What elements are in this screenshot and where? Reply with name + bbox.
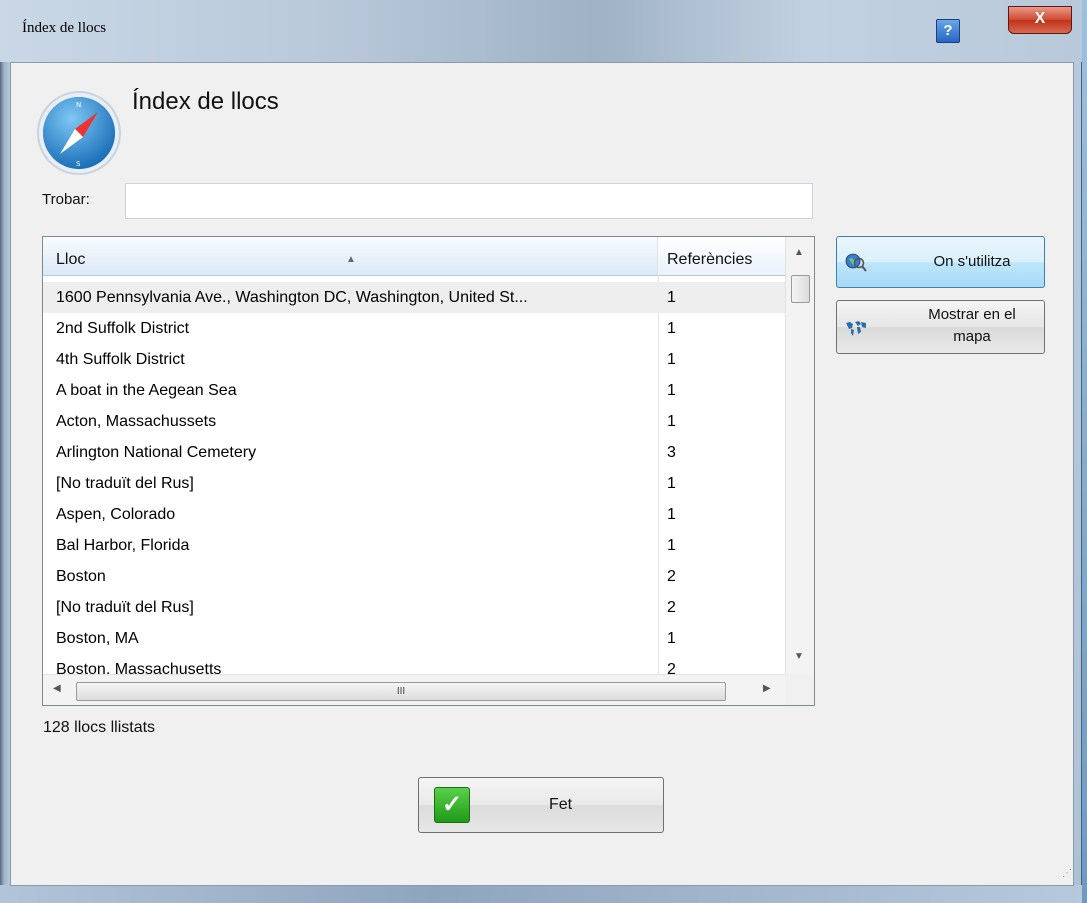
- column-header-references[interactable]: Referències: [658, 237, 785, 275]
- table-row[interactable]: A boat in the Aegean Sea 1: [43, 375, 785, 406]
- column-header-place-label: Lloc: [56, 251, 86, 268]
- references-cell: 1: [667, 537, 676, 554]
- table-row[interactable]: [No traduït del Rus] 1: [43, 468, 785, 499]
- window-title: Índex de llocs: [22, 20, 107, 36]
- table-row[interactable]: Boston, MA 1: [43, 623, 785, 654]
- places-list[interactable]: ▲ Lloc Referències 1600 Pennsylvania Ave…: [42, 236, 815, 706]
- world-map-icon: [846, 321, 866, 336]
- references-cell: 1: [667, 475, 676, 492]
- table-row[interactable]: Aspen, Colorado 1: [43, 499, 785, 530]
- scroll-corner: [785, 674, 814, 705]
- place-cell: Boston, MA: [56, 630, 139, 647]
- scroll-left-icon[interactable]: ◀: [53, 683, 61, 694]
- references-cell: 2: [667, 599, 676, 616]
- done-label: Fet: [549, 796, 573, 813]
- title-bar[interactable]: Índex de llocs ? X: [0, 0, 1082, 62]
- horizontal-scrollbar[interactable]: ◀ III ▶: [43, 674, 785, 705]
- place-cell: 1600 Pennsylvania Ave., Washington DC, W…: [56, 289, 528, 306]
- references-cell: 1: [667, 382, 676, 399]
- references-cell: 3: [667, 444, 676, 461]
- globe-search-icon: [845, 253, 867, 272]
- vertical-scroll-thumb[interactable]: [791, 275, 810, 303]
- table-row[interactable]: Bal Harbor, Florida 1: [43, 530, 785, 561]
- references-cell: 1: [667, 289, 676, 306]
- svg-text:S: S: [76, 160, 81, 168]
- place-cell: Acton, Massachussets: [56, 413, 217, 430]
- show-on-map-label-line2: mapa: [953, 328, 991, 345]
- status-count: 128 llocs llistats: [43, 719, 156, 736]
- window-frame-left: [0, 62, 10, 903]
- window-frame-bottom: [0, 885, 1082, 903]
- show-on-map-label-line1: Mostrar en el: [928, 306, 1016, 323]
- scroll-up-icon[interactable]: ▲: [794, 247, 804, 258]
- list-header: ▲ Lloc Referències: [43, 237, 785, 276]
- place-cell: 4th Suffolk District: [56, 351, 185, 368]
- table-row[interactable]: 1600 Pennsylvania Ave., Washington DC, W…: [43, 282, 785, 313]
- table-row[interactable]: [No traduït del Rus] 2: [43, 592, 785, 623]
- close-button[interactable]: X: [1008, 6, 1072, 34]
- horizontal-scroll-thumb[interactable]: III: [76, 682, 726, 701]
- page-title: Índex de llocs: [132, 88, 279, 115]
- place-cell: Aspen, Colorado: [56, 506, 176, 523]
- show-on-map-label: Mostrar en el mapa: [907, 304, 1037, 348]
- references-cell: 1: [667, 351, 676, 368]
- where-used-button[interactable]: On s'utilitza: [836, 236, 1045, 288]
- place-cell: 2nd Suffolk District: [56, 320, 190, 337]
- table-row[interactable]: Arlington National Cemetery 3: [43, 437, 785, 468]
- find-label: Trobar:: [42, 191, 90, 208]
- references-cell: 1: [667, 320, 676, 337]
- resize-grip-icon[interactable]: ⋰: [1062, 868, 1072, 879]
- checkmark-icon: ✓: [434, 787, 470, 823]
- sort-ascending-icon: ▲: [346, 254, 356, 265]
- compass-icon: N S: [37, 91, 121, 175]
- show-on-map-button[interactable]: Mostrar en el mapa: [836, 300, 1045, 354]
- table-row[interactable]: 4th Suffolk District 1: [43, 344, 785, 375]
- place-cell: [No traduït del Rus]: [56, 599, 194, 616]
- vertical-scrollbar[interactable]: ▲ ▼: [785, 237, 814, 674]
- svg-text:N: N: [76, 101, 81, 109]
- references-cell: 1: [667, 630, 676, 647]
- scroll-right-icon[interactable]: ▶: [763, 683, 771, 694]
- help-button[interactable]: ?: [936, 19, 960, 43]
- place-cell: [No traduït del Rus]: [56, 475, 194, 492]
- place-cell: Arlington National Cemetery: [56, 444, 257, 461]
- place-cell: Boston: [56, 568, 106, 585]
- references-cell: 1: [667, 413, 676, 430]
- references-cell: 1: [667, 506, 676, 523]
- table-row[interactable]: Acton, Massachussets 1: [43, 406, 785, 437]
- where-used-label: On s'utilitza: [933, 253, 1011, 270]
- place-cell: A boat in the Aegean Sea: [56, 382, 237, 399]
- table-row[interactable]: Boston 2: [43, 561, 785, 592]
- column-header-place[interactable]: ▲ Lloc: [43, 237, 658, 275]
- references-cell: 2: [667, 568, 676, 585]
- list-rows: 1600 Pennsylvania Ave., Washington DC, W…: [43, 282, 785, 685]
- scroll-down-icon[interactable]: ▼: [794, 651, 804, 662]
- done-button[interactable]: ✓ Fet: [418, 777, 664, 833]
- table-row[interactable]: 2nd Suffolk District 1: [43, 313, 785, 344]
- find-input[interactable]: [125, 183, 813, 219]
- place-cell: Bal Harbor, Florida: [56, 537, 190, 554]
